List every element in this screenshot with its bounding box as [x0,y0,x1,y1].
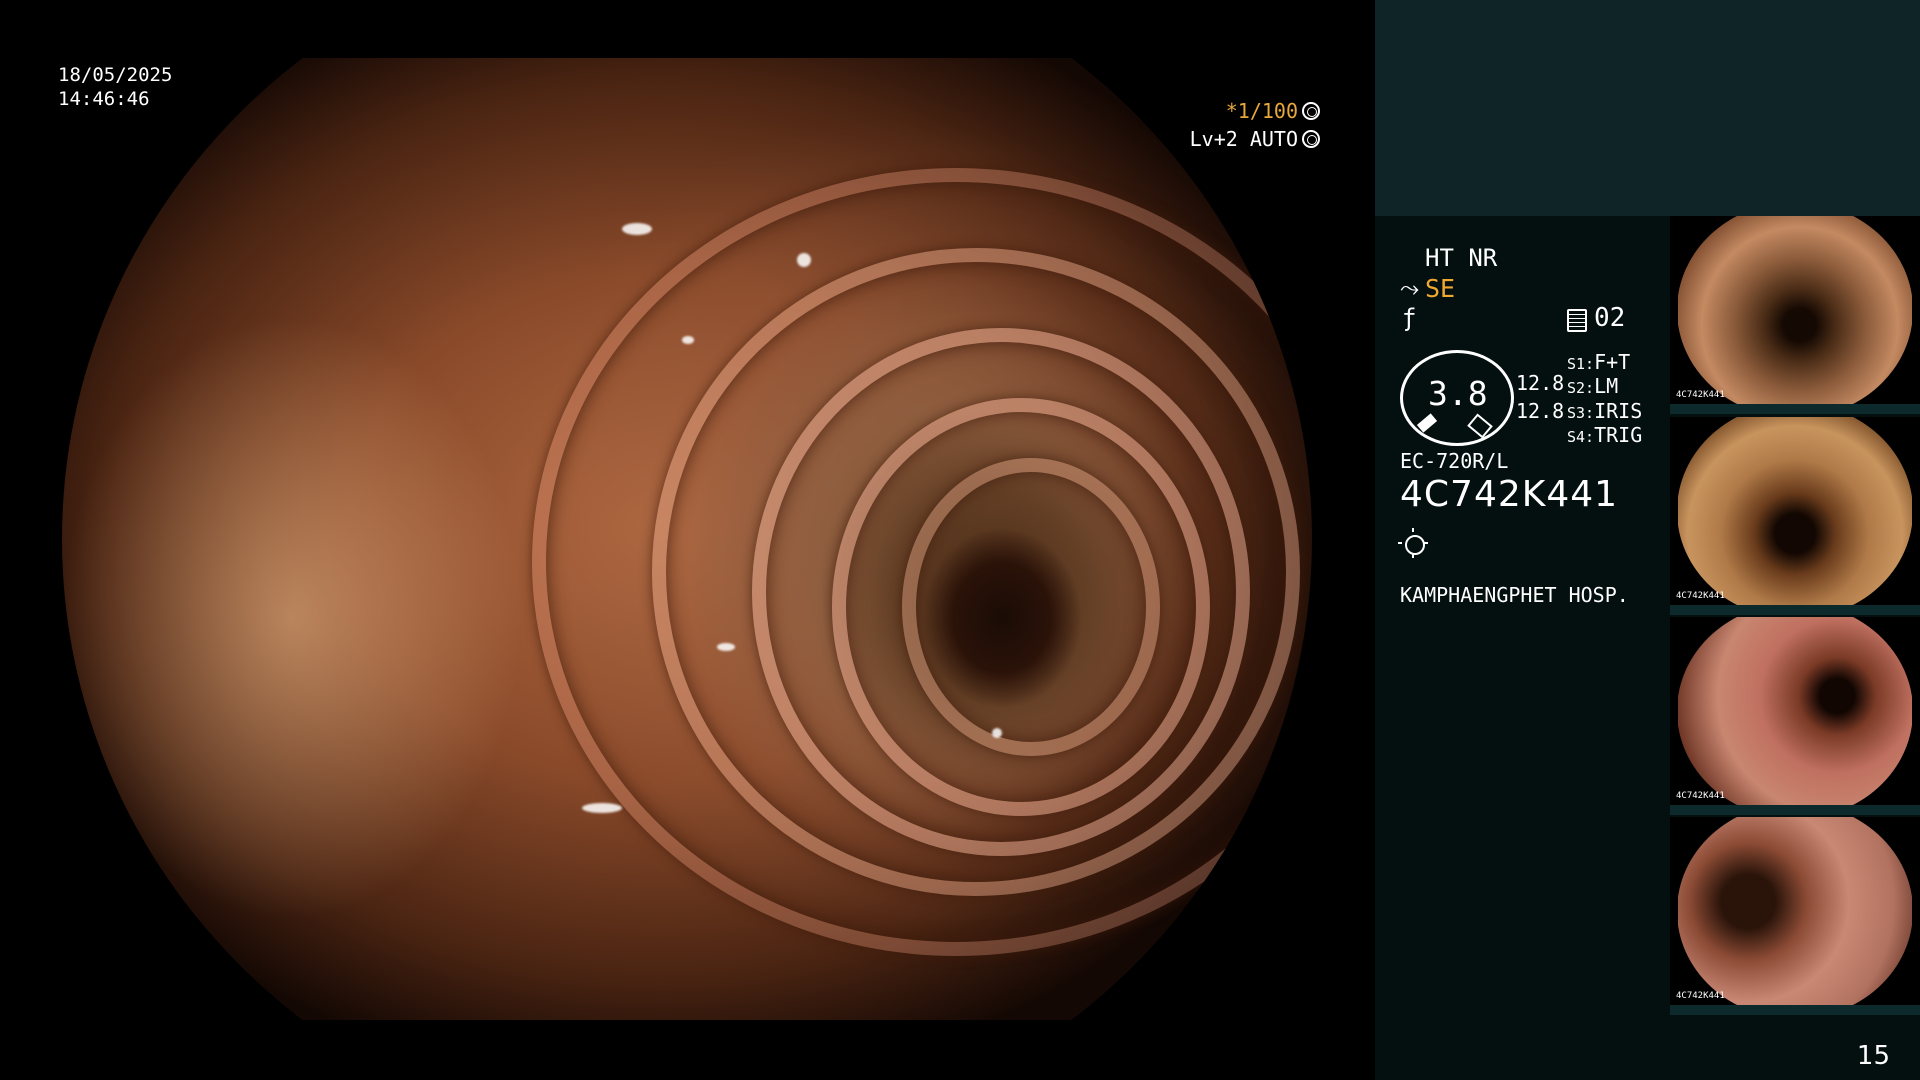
specular-highlight [582,803,622,813]
thumbnail-serial: 4C742K441 [1676,390,1725,400]
enhance-label: SE [1425,274,1456,303]
captured-thumbnail[interactable]: 4C742K441 [1670,817,1920,1015]
thumbnail-image [1678,617,1912,805]
specular-highlight [717,643,735,651]
sun-icon [1405,535,1425,555]
thumbnail-serial: 4C742K441 [1676,791,1725,801]
shutter-readout: *1/100 [1226,99,1320,123]
switch-row: S2:LM [1567,374,1618,398]
thumbnail-serial: 4C742K441 [1676,991,1725,1001]
endoscope-image [62,58,1312,1020]
level-value: Lv+2 AUTO [1189,127,1298,151]
thumbnail-image [1678,817,1912,1005]
shutter-value: *1/100 [1225,99,1298,123]
specular-highlight [992,728,1002,738]
reading-a: 12.8 [1516,371,1565,395]
thumbnail-caption-bar [1670,1005,1920,1015]
switch-value: TRIG [1594,423,1643,447]
captured-thumbnail[interactable]: 4C742K441 [1670,216,1920,414]
switch-value: LM [1594,374,1619,398]
structure-enhance-icon: ⤳ [1400,274,1420,302]
panel-header [1375,0,1920,216]
time-readout: 14:46:46 [58,88,150,110]
f-icon: ƒ [1402,304,1417,332]
mode-label: HT NR [1425,244,1498,272]
document-icon [1567,309,1587,332]
switch-key: S1: [1567,355,1595,373]
thumbnail-caption-bar [1670,404,1920,414]
date-readout: 18/05/2025 [58,64,173,86]
gauge-value: 3.8 [1428,374,1488,413]
switch-row: S1:F+T [1567,350,1630,374]
thumbnail-caption-bar [1670,805,1920,815]
captured-thumbnail[interactable]: 4C742K441 [1670,417,1920,615]
hospital-name: KAMPHAENGPHET HOSP. [1400,583,1629,607]
switch-key: S3: [1567,404,1595,422]
thumbnail-image [1678,216,1912,404]
level-readout: Lv+2 AUTO [1190,127,1320,151]
scope-serial: 4C742K441 [1400,474,1619,515]
captured-thumbnail[interactable]: 4C742K441 [1670,617,1920,815]
page-number: 15 [1856,1041,1890,1071]
thumbnail-image [1678,417,1912,605]
switch-key: S4: [1567,428,1595,446]
channel-number: 02 [1594,303,1626,333]
switch-value: IRIS [1594,399,1643,423]
mucosal-fold [902,458,1160,756]
switch-row: S3:IRIS [1567,399,1642,423]
thumbnail-caption-bar [1670,605,1920,615]
specular-highlight [797,253,811,267]
reading-b: 12.8 [1516,399,1565,423]
switch-value: F+T [1594,350,1631,374]
specular-highlight [622,223,652,235]
switch-row: S4:TRIG [1567,423,1642,447]
thumbnail-serial: 4C742K441 [1676,591,1725,601]
switch-key: S2: [1567,379,1595,397]
specular-highlight [682,336,694,344]
aperture-icon [1302,102,1320,120]
ring-icon [1302,130,1320,148]
scope-model: EC-720R/L [1400,449,1509,473]
